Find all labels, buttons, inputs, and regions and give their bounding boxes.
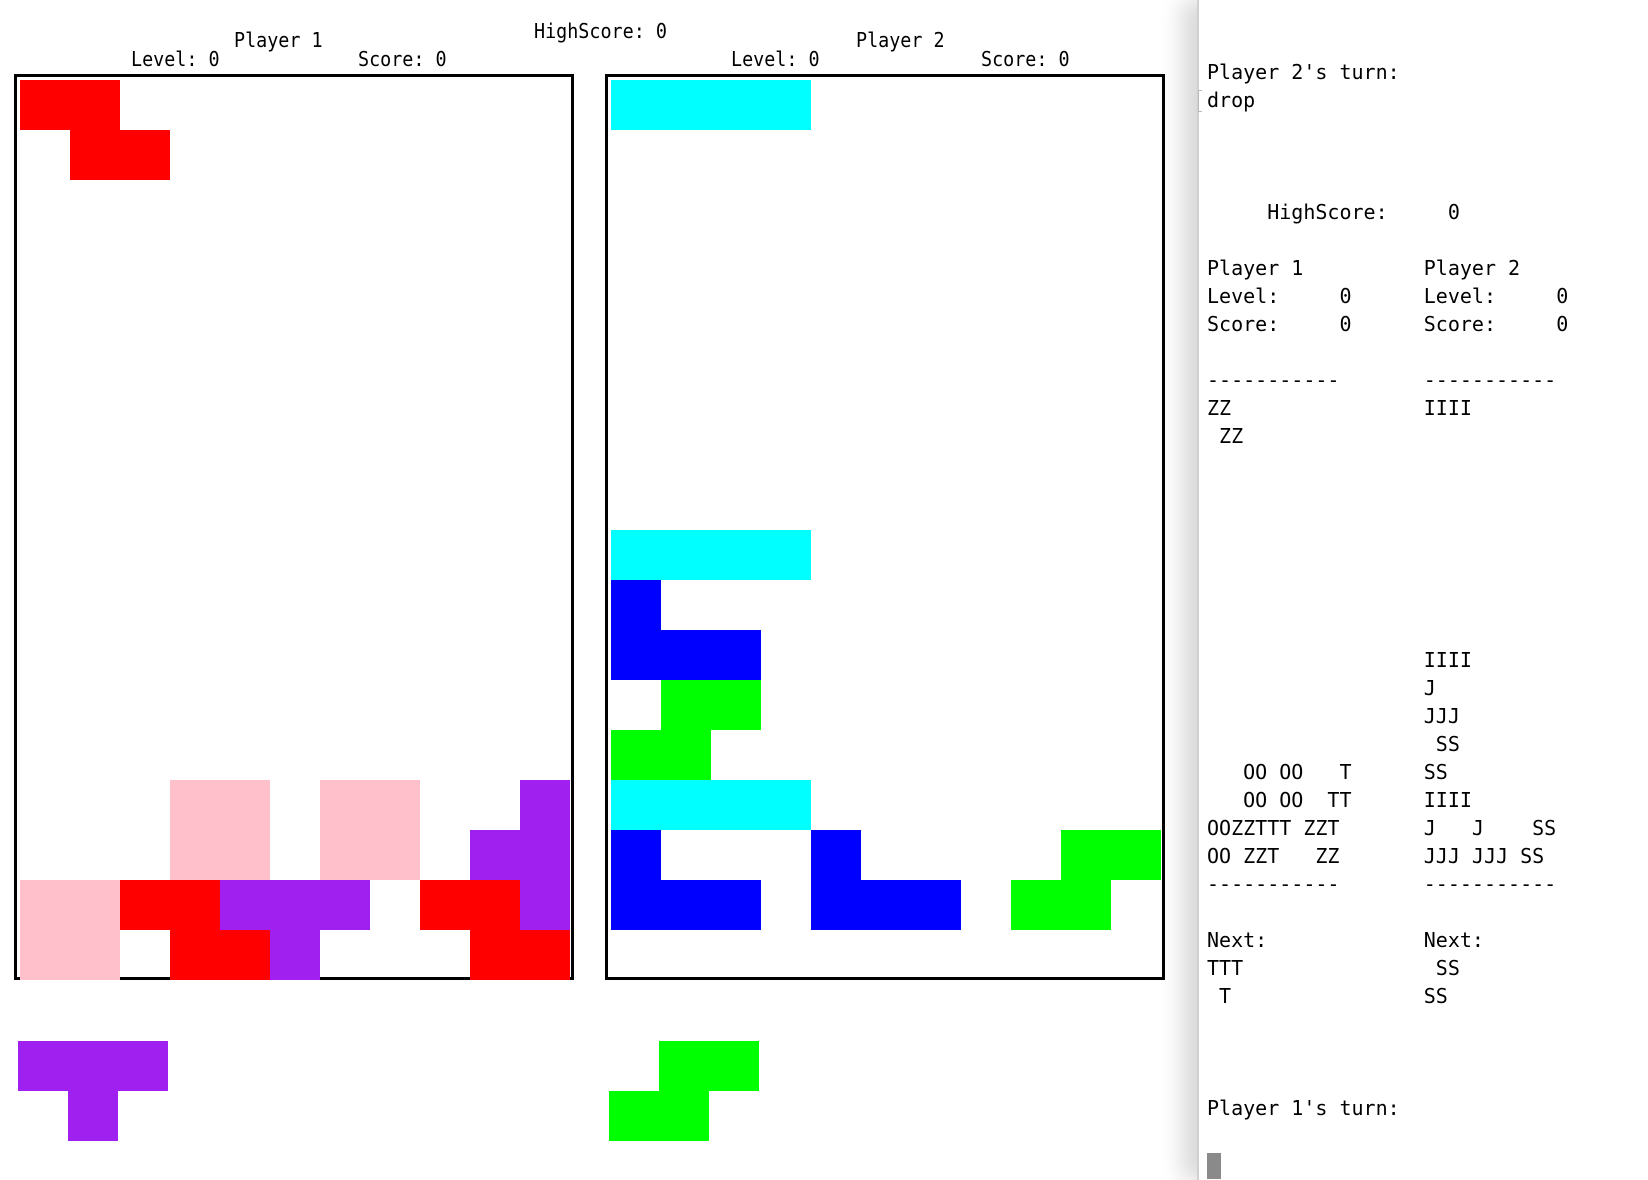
block-z [420,880,470,930]
block-j [611,580,661,630]
block-t [520,780,570,830]
block-j [611,880,661,930]
block-t [68,1091,118,1141]
player1-board-grid [20,80,570,980]
block-o [220,780,270,830]
highscore-label: HighScore: 0 [534,19,667,43]
player2-board-grid [611,80,1161,980]
block-s [659,1091,709,1141]
block-z [470,880,520,930]
block-i [611,80,661,130]
block-j [861,880,911,930]
player1-board [14,74,574,980]
block-z [120,880,170,930]
player2-name: Player 2 [856,28,945,52]
block-z [170,880,220,930]
block-t [68,1041,118,1091]
block-s [609,1091,659,1141]
block-z [520,930,570,980]
block-j [611,630,661,680]
block-i [661,780,711,830]
block-s [661,730,711,780]
block-o [70,880,120,930]
block-o [170,780,220,830]
block-z [470,930,520,980]
block-o [370,780,420,830]
block-i [761,780,811,830]
block-z [70,130,120,180]
block-z [70,80,120,130]
block-s [1061,830,1111,880]
block-j [611,830,661,880]
block-o [320,780,370,830]
terminal-cursor[interactable] [1207,1153,1221,1179]
block-t [520,830,570,880]
block-j [811,830,861,880]
block-i [661,80,711,130]
block-s [1011,880,1061,930]
block-t [470,830,520,880]
player1-next-piece [18,1041,218,1141]
selection-bracket [1198,90,1202,112]
player2-level: Level: 0 [731,47,820,71]
block-i [711,780,761,830]
block-o [320,830,370,880]
block-j [911,880,961,930]
block-o [20,880,70,930]
block-o [170,830,220,880]
player2-score: Score: 0 [981,47,1070,71]
block-s [611,730,661,780]
terminal-output: Player 2's turn: drop HighScore: 0 Playe… [1207,60,1569,1120]
block-j [661,630,711,680]
block-i [711,530,761,580]
block-s [711,680,761,730]
block-t [520,880,570,930]
game-window: Player 1 Level: 0 Score: 0 HighScore: 0 … [0,0,1197,1180]
block-j [711,630,761,680]
block-i [611,530,661,580]
block-i [761,530,811,580]
block-z [220,930,270,980]
block-z [20,80,70,130]
block-t [270,930,320,980]
terminal-window[interactable]: Player 2's turn: drop HighScore: 0 Playe… [1197,0,1648,1180]
block-s [661,680,711,730]
player2-board [605,74,1165,980]
block-j [811,880,861,930]
player1-name: Player 1 [234,28,323,52]
block-i [711,80,761,130]
block-o [370,830,420,880]
block-i [761,80,811,130]
block-t [270,880,320,930]
block-s [1061,880,1111,930]
block-z [120,130,170,180]
block-s [659,1041,709,1091]
player1-score: Score: 0 [358,47,447,71]
block-t [118,1041,168,1091]
block-t [320,880,370,930]
block-i [661,530,711,580]
player1-level: Level: 0 [131,47,220,71]
block-i [611,780,661,830]
block-t [220,880,270,930]
block-o [70,930,120,980]
block-j [661,880,711,930]
block-o [20,930,70,980]
block-j [711,880,761,930]
block-z [170,930,220,980]
block-s [1111,830,1161,880]
player2-next-piece [609,1041,809,1141]
block-s [709,1041,759,1091]
block-o [220,830,270,880]
block-t [18,1041,68,1091]
